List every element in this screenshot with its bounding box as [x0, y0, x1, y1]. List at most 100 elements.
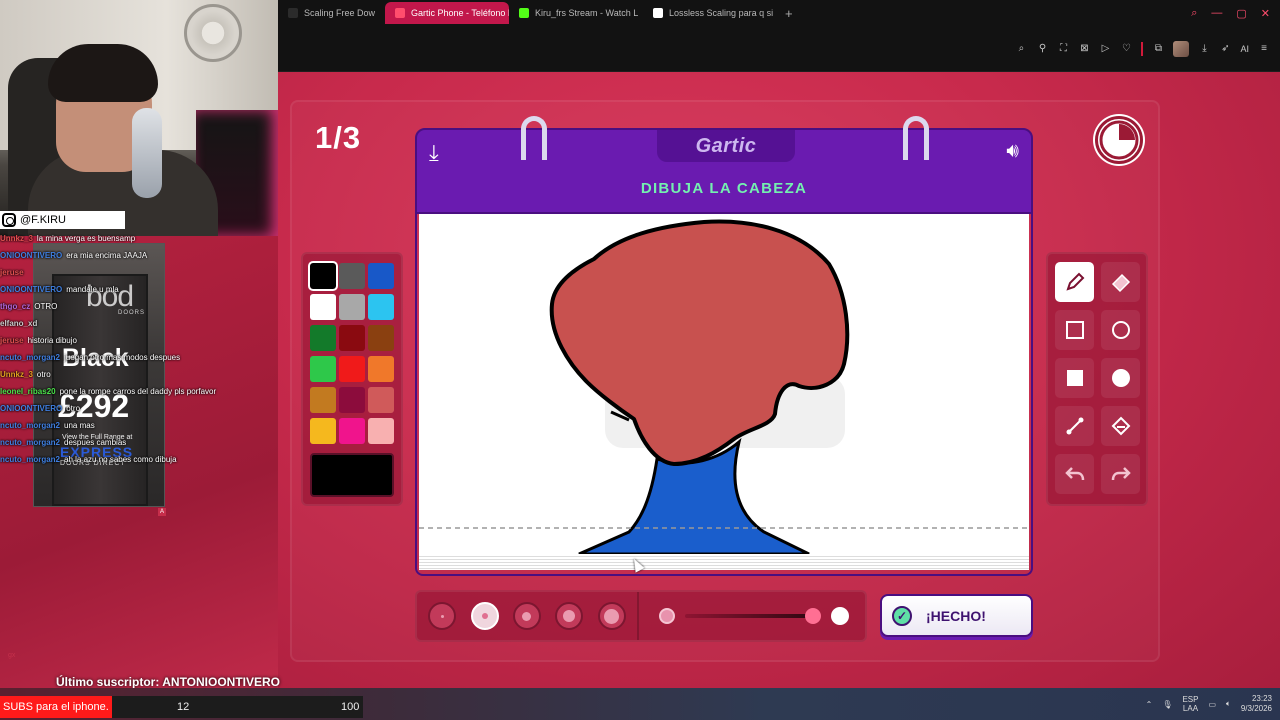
chat-message: elfano_xd	[0, 319, 41, 328]
opacity-slider[interactable]	[645, 592, 867, 640]
network-icon[interactable]: ▭	[1208, 700, 1216, 709]
download-drawing-icon[interactable]: ⤓	[429, 140, 439, 166]
rectangle-fill-tool[interactable]	[1055, 358, 1094, 398]
pen-tool[interactable]	[1055, 262, 1094, 302]
drawing-canvas[interactable]	[419, 214, 1029, 554]
gartic-logo: Gartic	[657, 130, 795, 162]
speaker-icon[interactable]: 🔈︎	[1226, 699, 1231, 709]
browser-tab[interactable]: Scaling Free Dow	[278, 2, 385, 24]
done-button[interactable]: ✓ ¡HECHO!	[880, 594, 1033, 637]
menu-icon[interactable]: ≡	[1258, 43, 1270, 55]
chat-text: OTRO	[34, 302, 58, 311]
tool-panel	[1046, 252, 1148, 506]
done-label: ¡HECHO!	[926, 607, 986, 624]
chat-username: ncuto_morgan2	[0, 438, 61, 447]
browser-tab[interactable]: Gartic Phone - Teléfono D	[385, 2, 510, 24]
new-tab-button[interactable]: +	[777, 6, 801, 21]
color-swatch[interactable]	[339, 418, 365, 444]
opacity-track[interactable]	[685, 614, 817, 618]
extensions-icon[interactable]: ⧉	[1152, 43, 1164, 55]
tray-chevron-icon[interactable]: ⌃	[1146, 700, 1153, 709]
ad-brand-sub: DOORS	[118, 310, 146, 316]
brush-size-option[interactable]	[555, 602, 584, 630]
sound-icon[interactable]: 🔊︎	[1006, 140, 1019, 163]
brush-size-dot	[522, 611, 532, 621]
block-icon[interactable]: ⊠	[1078, 43, 1090, 55]
color-swatch[interactable]	[310, 356, 336, 382]
download-icon[interactable]: ⤓	[1198, 43, 1210, 55]
color-swatch[interactable]	[339, 294, 365, 320]
rectangle-outline-tool[interactable]	[1055, 310, 1094, 350]
opacity-min-icon	[659, 608, 675, 624]
eraser-icon	[1111, 273, 1130, 293]
pin-icon[interactable]: ⚲	[1036, 43, 1048, 55]
color-swatch[interactable]	[368, 356, 394, 382]
mic-icon[interactable]: 🎙︎	[1162, 700, 1172, 709]
color-swatch[interactable]	[308, 261, 338, 291]
chat-username: ONIOONTIVERO	[0, 251, 63, 260]
clock[interactable]: 23:23 9/3/2026	[1241, 694, 1272, 714]
color-swatch[interactable]	[310, 418, 336, 444]
color-swatch[interactable]	[310, 387, 336, 413]
browser-toolbar: ⌕ ⚲ ⛶ ⊠ ▷ ♡ ⧉ ⤓ ➶ AI ≡	[278, 26, 1280, 72]
ellipse-outline-tool[interactable]	[1101, 310, 1140, 350]
ellipse-fill-tool[interactable]	[1101, 358, 1140, 398]
browser-tab[interactable]: Lossless Scaling para q si	[643, 2, 777, 24]
brush-size-selector	[417, 592, 639, 640]
heart-icon[interactable]: ♡	[1120, 43, 1132, 55]
chat-username: ncuto_morgan2	[0, 353, 61, 362]
redo-icon	[1111, 467, 1131, 481]
chat-username: elfano_xd	[0, 319, 38, 328]
redo-button[interactable]	[1101, 454, 1140, 494]
close-icon[interactable]: ✕	[1261, 7, 1270, 20]
profile-avatar[interactable]	[1173, 40, 1190, 57]
chat-username: Unnkz_3	[0, 234, 33, 243]
browser-tab-label: Kiru_frs Stream - Watch L	[535, 8, 639, 18]
line-tool[interactable]	[1055, 406, 1094, 446]
share-icon[interactable]: ➶	[1219, 43, 1231, 55]
chat-message: thgo_cz OTRO	[0, 302, 57, 311]
maximize-icon[interactable]: ▢	[1236, 7, 1246, 20]
brush-size-option[interactable]	[597, 602, 626, 630]
opacity-knob[interactable]	[805, 608, 821, 624]
zoom-icon[interactable]: ⌕	[1015, 43, 1027, 55]
chat-message: ONIOONTIVERO otro	[0, 404, 80, 413]
minimize-icon[interactable]: —	[1211, 7, 1222, 20]
search-tabs-icon[interactable]: ⌕	[1191, 7, 1197, 20]
subs-goal: 100	[341, 701, 360, 713]
fill-bucket-tool[interactable]	[1101, 406, 1140, 446]
color-swatch[interactable]	[339, 325, 365, 351]
color-swatch[interactable]	[368, 325, 394, 351]
color-swatch[interactable]	[339, 356, 365, 382]
circle-fill-icon	[1111, 369, 1130, 387]
opacity-max-icon	[831, 607, 849, 625]
color-swatch[interactable]	[368, 387, 394, 413]
color-swatch[interactable]	[339, 263, 365, 289]
color-swatch[interactable]	[310, 294, 336, 320]
chat-message: ONIOONTIVERO era mia encima JAAJA	[0, 251, 147, 260]
color-swatch[interactable]	[339, 387, 365, 413]
browser-tab[interactable]: Kiru_frs Stream - Watch L	[509, 2, 643, 24]
color-swatch[interactable]	[368, 418, 394, 444]
chat-message: ncuto_morgan2 una mas	[0, 421, 95, 430]
brush-size-option[interactable]	[470, 602, 499, 630]
color-swatch[interactable]	[368, 263, 394, 289]
screenshot-icon[interactable]: ⛶	[1057, 43, 1069, 55]
browser-tab-label: Gartic Phone - Teléfono D	[411, 8, 510, 18]
chat-message: ONIOONTIVERO mandale u mla	[0, 285, 119, 294]
color-swatch[interactable]	[310, 325, 336, 351]
social-handle-badge: @F.KIRU	[0, 211, 125, 229]
drawing-instruction: DIBUJA LA CABEZA	[640, 180, 808, 197]
language-indicator[interactable]: ESP LAA	[1182, 695, 1198, 713]
timer-icon	[1095, 116, 1143, 164]
advertisement[interactable]: bod DOORS Black £292 View the Full Range…	[33, 243, 165, 507]
brush-size-option[interactable]	[428, 602, 457, 630]
ad-choices-badge[interactable]: A	[158, 508, 166, 516]
ai-button[interactable]: AI	[1240, 44, 1249, 54]
eraser-tool[interactable]	[1101, 262, 1140, 302]
play-icon[interactable]: ▷	[1099, 43, 1111, 55]
brush-size-option[interactable]	[512, 602, 541, 630]
chat-message: jeruse	[0, 268, 28, 277]
color-swatch[interactable]	[368, 294, 394, 320]
undo-button[interactable]	[1055, 454, 1094, 494]
